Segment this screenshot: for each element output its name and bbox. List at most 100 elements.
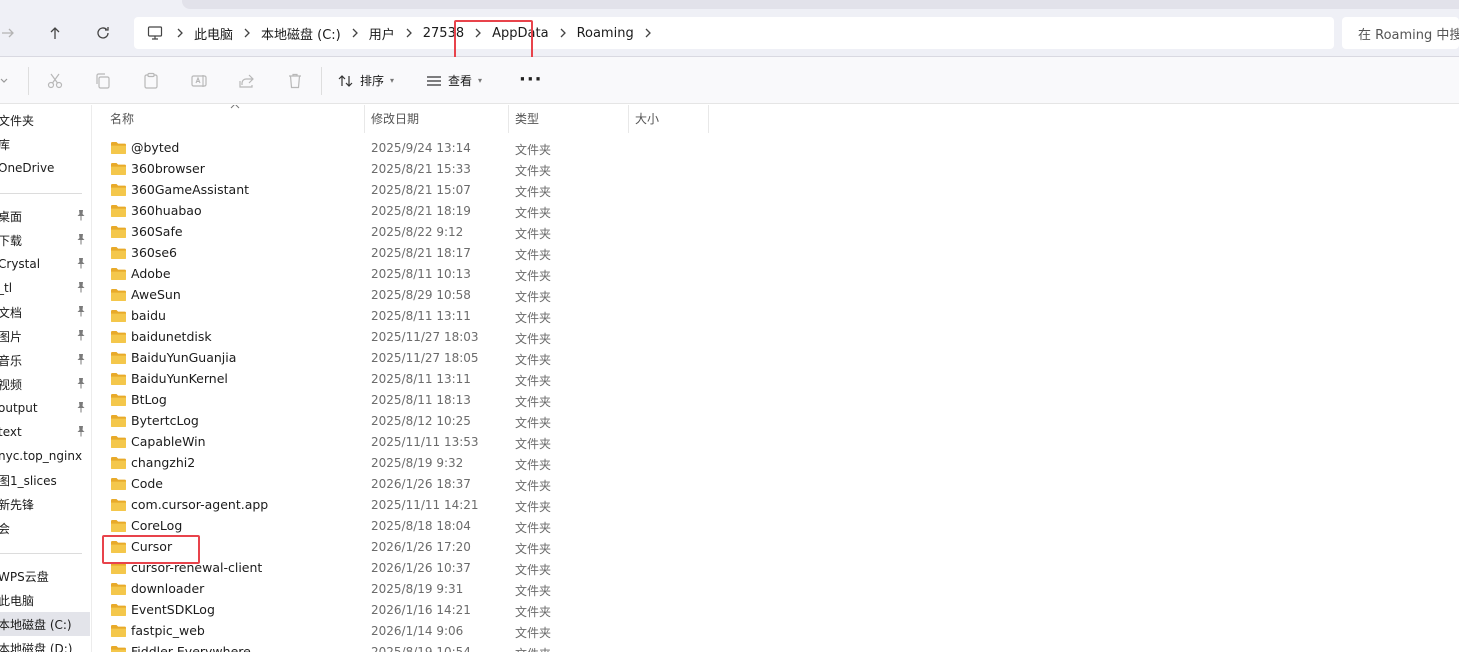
file-row[interactable]: BaiduYunGuanjia 2025/11/27 18:05 文件夹 — [102, 348, 702, 369]
refresh-button[interactable] — [89, 19, 117, 47]
file-row[interactable]: Code 2026/1/26 18:37 文件夹 — [102, 474, 702, 495]
file-row[interactable]: baidunetdisk 2025/11/27 18:03 文件夹 — [102, 327, 702, 348]
cut-icon[interactable] — [45, 71, 65, 91]
column-divider[interactable] — [628, 105, 629, 133]
sidebar-item[interactable]: text — [0, 420, 90, 444]
breadcrumb-item-this-pc[interactable]: 此电脑 — [194, 24, 233, 43]
file-name: @byted — [131, 140, 180, 155]
pin-icon — [76, 209, 86, 224]
file-row[interactable]: EventSDKLog 2026/1/16 14:21 文件夹 — [102, 600, 702, 621]
column-header-type[interactable]: 类型 — [515, 105, 539, 131]
file-name: changzhi2 — [131, 455, 196, 470]
file-type: 文件夹 — [515, 185, 552, 199]
folder-icon — [110, 498, 127, 515]
search-input[interactable]: 在 Roaming 中搜 — [1342, 17, 1459, 49]
file-row[interactable]: Cursor 2026/1/26 17:20 文件夹 — [102, 537, 702, 558]
view-menu-button[interactable]: 查看 ▾ — [426, 57, 482, 104]
column-header-date-modified[interactable]: 修改日期 — [371, 105, 419, 131]
file-date-modified: 2025/8/21 18:17 — [371, 246, 471, 260]
address-bar[interactable]: 此电脑 本地磁盘 (C:) 用户 27538 AppData Roaming — [134, 17, 1334, 49]
arrow-right-icon — [2, 28, 14, 38]
sidebar-item[interactable]: _tl — [0, 276, 90, 300]
breadcrumb-item-local-disk-c[interactable]: 本地磁盘 (C:) — [261, 24, 341, 43]
file-name: 360huabao — [131, 203, 202, 218]
sidebar-item[interactable]: 此电脑 — [0, 588, 90, 612]
file-row[interactable]: CoreLog 2025/8/18 18:04 文件夹 — [102, 516, 702, 537]
up-button[interactable] — [41, 19, 69, 47]
sidebar-item-label: 库 — [0, 136, 10, 153]
file-row[interactable]: 360browser 2025/8/21 15:33 文件夹 — [102, 159, 702, 180]
sidebar-item[interactable]: 库 — [0, 132, 90, 156]
sidebar-item[interactable]: 视频 — [0, 372, 90, 396]
file-date-modified: 2025/9/24 13:14 — [371, 141, 471, 155]
chevron-right-icon[interactable] — [634, 17, 662, 49]
column-header-size[interactable]: 大小 — [635, 105, 659, 131]
sidebar-item[interactable]: 会 — [0, 516, 90, 540]
more-options-button[interactable]: ··· — [519, 69, 543, 90]
column-divider[interactable] — [508, 105, 509, 133]
forward-button[interactable] — [0, 19, 22, 47]
sidebar-item[interactable]: nyc.top_nginx — [0, 444, 90, 468]
sidebar-item[interactable]: 文件夹 — [0, 108, 90, 132]
file-name: AweSun — [131, 287, 181, 302]
sidebar-item[interactable]: Crystal — [0, 252, 90, 276]
file-row[interactable]: BytertcLog 2025/8/12 10:25 文件夹 — [102, 411, 702, 432]
file-name: Fiddler Everywhere — [131, 644, 251, 652]
file-row[interactable]: com.cursor-agent.app 2025/11/11 14:21 文件夹 — [102, 495, 702, 516]
share-icon[interactable] — [237, 71, 257, 91]
file-row[interactable]: cursor-renewal-client 2026/1/26 10:37 文件夹 — [102, 558, 702, 579]
sidebar-item[interactable]: 文档 — [0, 300, 90, 324]
file-row[interactable]: baidu 2025/8/11 13:11 文件夹 — [102, 306, 702, 327]
column-divider[interactable] — [364, 105, 365, 133]
breadcrumb-item-roaming[interactable]: Roaming — [577, 26, 634, 41]
sidebar-item[interactable]: 桌面 — [0, 204, 90, 228]
column-header-name[interactable]: 名称 — [110, 105, 134, 131]
file-row[interactable]: 360se6 2025/8/21 18:17 文件夹 — [102, 243, 702, 264]
chevron-down-icon[interactable] — [0, 71, 11, 91]
file-type: 文件夹 — [515, 374, 552, 388]
file-date-modified: 2025/11/27 18:03 — [371, 330, 479, 344]
file-row[interactable]: 360huabao 2025/8/21 18:19 文件夹 — [102, 201, 702, 222]
breadcrumb-item-user-folder[interactable]: 27538 — [423, 26, 464, 41]
sidebar-item-label: 桌面 — [0, 209, 23, 224]
file-row[interactable]: BaiduYunKernel 2025/8/11 13:11 文件夹 — [102, 369, 702, 390]
sidebar-item[interactable]: 新先锋 — [0, 492, 90, 516]
copy-icon[interactable] — [93, 71, 113, 91]
rename-icon[interactable] — [189, 71, 209, 91]
file-row[interactable]: 360GameAssistant 2025/8/21 15:07 文件夹 — [102, 180, 702, 201]
file-row[interactable]: Fiddler Everywhere 2025/8/19 10:54 文件夹 — [102, 642, 702, 652]
file-row[interactable]: Adobe 2025/8/11 10:13 文件夹 — [102, 264, 702, 285]
file-row[interactable]: downloader 2025/8/19 9:31 文件夹 — [102, 579, 702, 600]
sidebar-item[interactable]: WPS云盘 — [0, 564, 90, 588]
sidebar-item[interactable]: 下载 — [0, 228, 90, 252]
file-row[interactable]: AweSun 2025/8/29 10:58 文件夹 — [102, 285, 702, 306]
sidebar-item-label: OneDrive — [0, 161, 55, 175]
breadcrumb-item-users[interactable]: 用户 — [369, 24, 395, 43]
sidebar-item[interactable]: 音乐 — [0, 348, 90, 372]
sidebar-item[interactable]: 本地磁盘 (D:) — [0, 636, 90, 652]
file-row[interactable]: @byted 2025/9/24 13:14 文件夹 — [102, 138, 702, 159]
file-row[interactable]: changzhi2 2025/8/19 9:32 文件夹 — [102, 453, 702, 474]
file-row[interactable]: BtLog 2025/8/11 18:13 文件夹 — [102, 390, 702, 411]
delete-icon[interactable] — [285, 71, 305, 91]
file-date-modified: 2026/1/26 17:20 — [371, 540, 471, 554]
breadcrumb-item-appdata[interactable]: AppData — [492, 26, 548, 41]
file-name: com.cursor-agent.app — [131, 497, 269, 512]
sidebar-item[interactable]: 本地磁盘 (C:) — [0, 612, 90, 636]
paste-icon[interactable] — [141, 71, 161, 91]
file-name: 360browser — [131, 161, 205, 176]
sidebar-item-label: 下载 — [0, 233, 23, 248]
file-row[interactable]: fastpic_web 2026/1/14 9:06 文件夹 — [102, 621, 702, 642]
sidebar-item[interactable]: OneDrive — [0, 156, 90, 180]
sort-ascending-icon — [230, 105, 240, 112]
file-row[interactable]: 360Safe 2025/8/22 9:12 文件夹 — [102, 222, 702, 243]
sidebar-item-label: 图片 — [0, 329, 23, 344]
column-divider[interactable] — [708, 105, 709, 133]
sort-menu-button[interactable]: 排序 ▾ — [338, 57, 394, 104]
file-date-modified: 2025/8/11 13:11 — [371, 309, 471, 323]
sidebar-item[interactable]: 图片 — [0, 324, 90, 348]
sidebar-item[interactable]: 图1_slices — [0, 468, 90, 492]
refresh-icon — [97, 27, 109, 39]
sidebar-item[interactable]: output — [0, 396, 90, 420]
file-row[interactable]: CapableWin 2025/11/11 13:53 文件夹 — [102, 432, 702, 453]
